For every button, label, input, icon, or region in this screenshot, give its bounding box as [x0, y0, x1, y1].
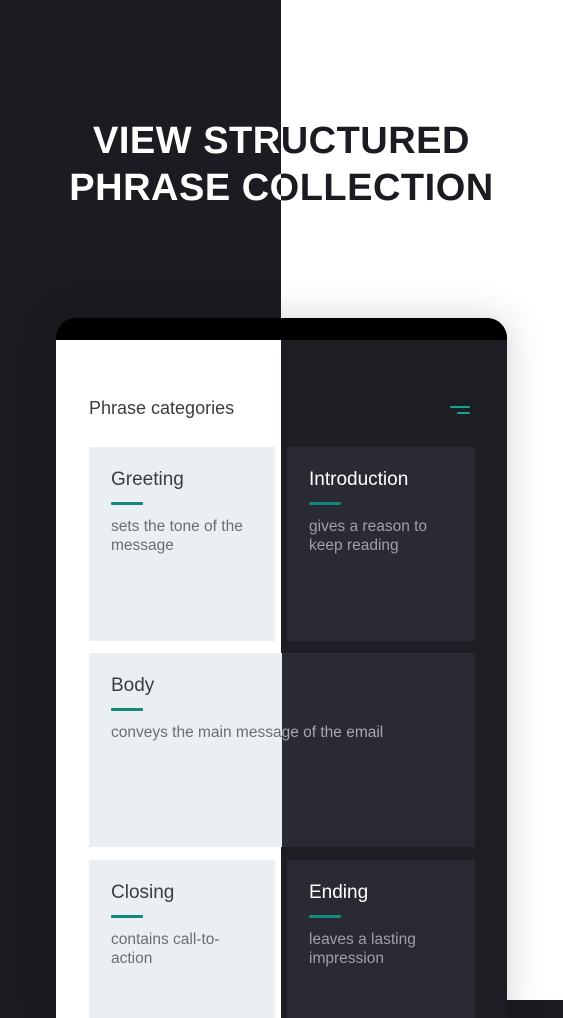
accent-bar — [111, 502, 143, 505]
category-card-introduction[interactable]: Introduction gives a reason to keep read… — [287, 447, 475, 641]
category-title: Greeting — [111, 469, 184, 490]
page-title: Phrase categories — [89, 398, 235, 418]
accent-bar — [309, 502, 341, 505]
device-frame: Phrase categories Greeting sets the tone… — [56, 318, 507, 1018]
category-title: Introduction — [309, 469, 409, 490]
category-card-body[interactable]: Body conveys the main message of the ema… — [89, 653, 475, 847]
accent-bar — [309, 915, 341, 918]
accent-bar — [111, 915, 143, 918]
category-card-closing[interactable]: Closing contains call-to-action — [89, 860, 275, 1018]
promo-headline: VIEW STRUCTURED PHRASE COLLECTION VIEW S… — [0, 118, 563, 228]
menu-icon-line-1 — [450, 406, 470, 408]
app-screen: Phrase categories Greeting sets the tone… — [56, 340, 507, 1018]
category-card-greeting[interactable]: Greeting sets the tone of the message — [89, 447, 275, 641]
category-card-ending[interactable]: Ending leaves a lasting impression — [287, 860, 475, 1018]
category-title: Ending — [309, 882, 369, 903]
category-description: leaves a lasting impression — [309, 931, 416, 967]
device-top-bezel — [56, 318, 507, 340]
category-description: contains call-to-action — [111, 931, 220, 967]
menu-icon-line-2 — [457, 412, 470, 414]
accent-bar — [111, 708, 143, 711]
category-title: Closing — [111, 882, 175, 903]
category-description: gives a reason to keep reading — [309, 518, 428, 554]
menu-icon[interactable] — [448, 406, 470, 418]
category-description: sets the tone of the message — [111, 518, 243, 554]
